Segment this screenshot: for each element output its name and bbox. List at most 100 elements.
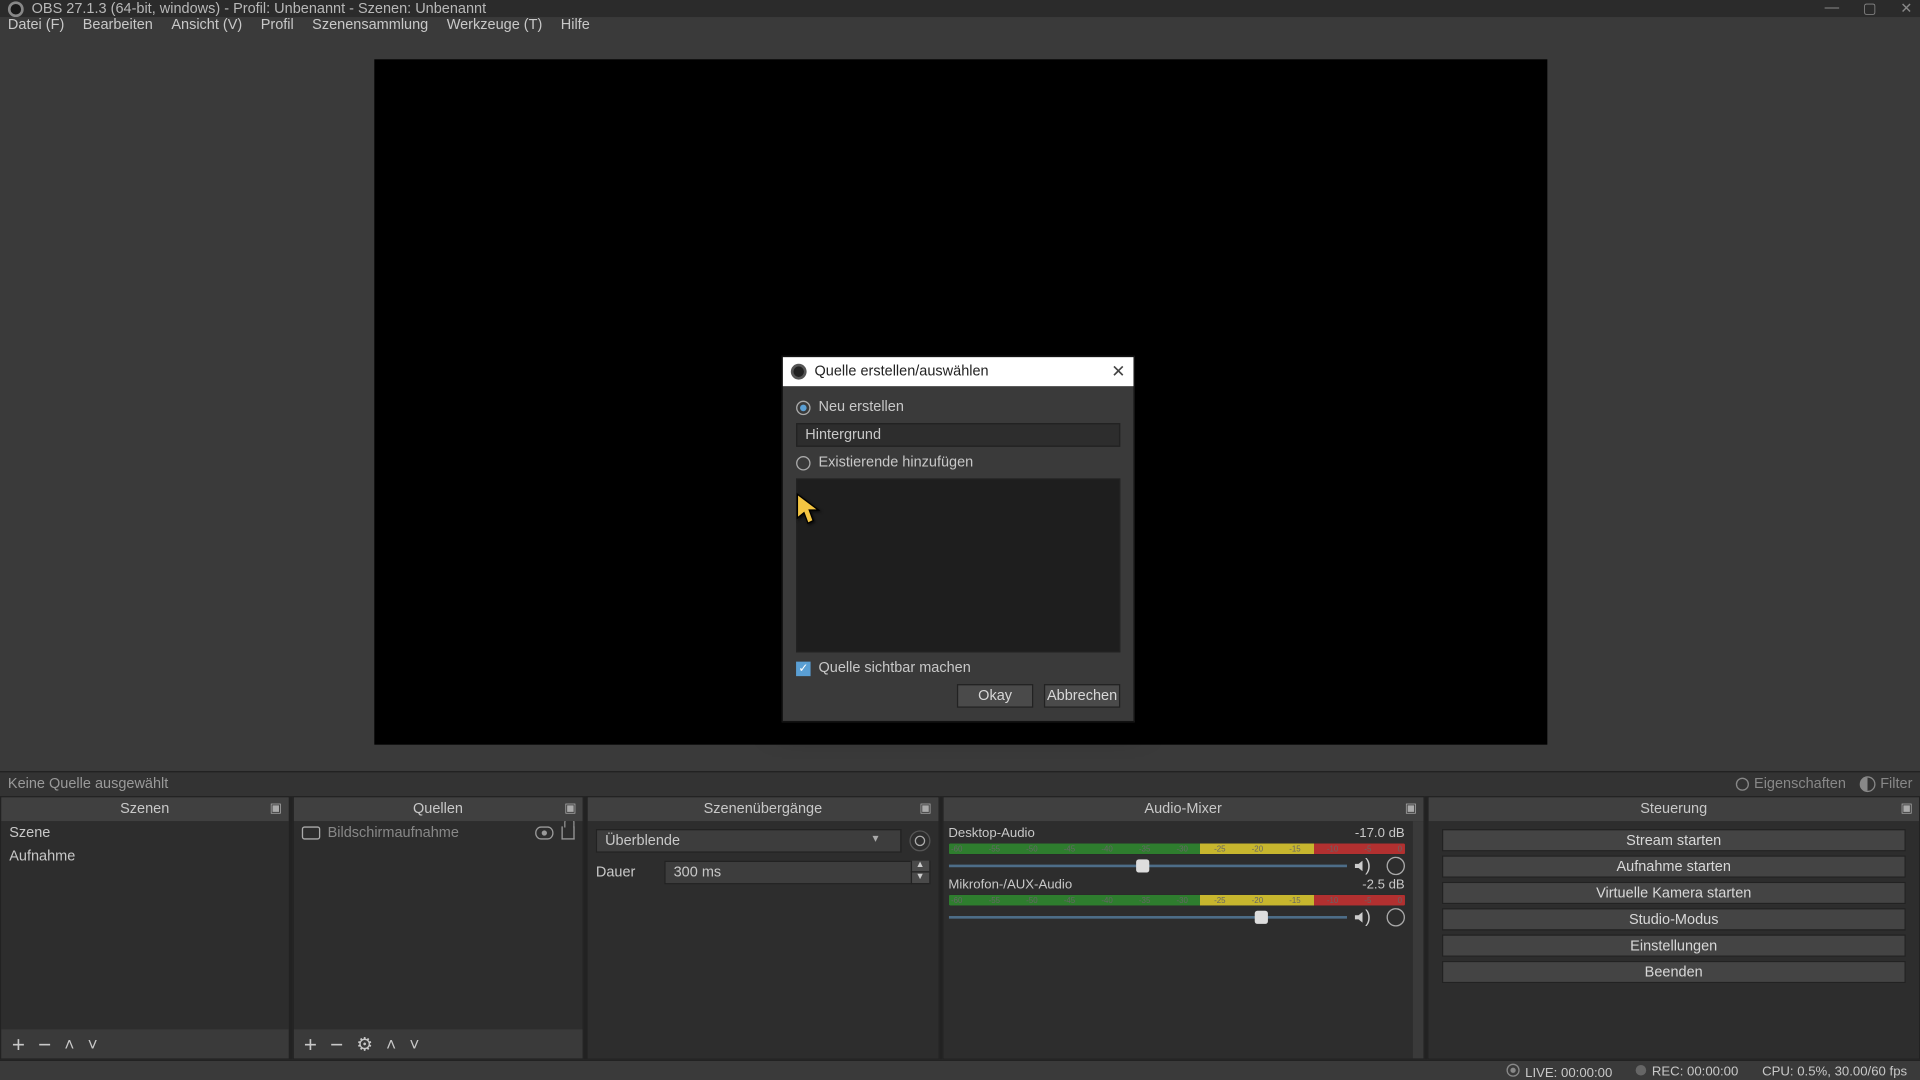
track-db: -2.5 dB: [1362, 878, 1405, 892]
studio-mode-button[interactable]: Studio-Modus: [1442, 908, 1906, 930]
start-stream-button[interactable]: Stream starten: [1442, 829, 1906, 851]
transition-select[interactable]: Überblende: [596, 829, 901, 853]
track-settings-button[interactable]: [1386, 908, 1404, 926]
source-toolbar: Keine Quelle ausgewählt Eigenschaften Fi…: [0, 771, 1920, 796]
selection-status: Keine Quelle ausgewählt: [8, 776, 168, 792]
menu-help[interactable]: Hilfe: [561, 17, 590, 33]
popout-icon[interactable]: ▣: [564, 801, 577, 814]
menu-edit[interactable]: Bearbeiten: [83, 17, 153, 33]
track-name: Desktop-Audio: [948, 826, 1034, 840]
title-bar: OBS 27.1.3 (64-bit, windows) - Profil: U…: [0, 0, 1920, 17]
radio-icon: [796, 455, 810, 469]
display-capture-icon: [301, 826, 319, 839]
menu-view[interactable]: Ansicht (V): [171, 17, 242, 33]
spin-up-icon[interactable]: ▲: [910, 861, 928, 873]
visibility-toggle[interactable]: [535, 826, 553, 839]
track-db: -17.0 dB: [1355, 826, 1405, 840]
menu-tools[interactable]: Werkzeuge (T): [447, 17, 543, 33]
audio-mixer-dock: Audio-Mixer ▣ Desktop-Audio -17.0 dB -60…: [942, 796, 1425, 1060]
lock-toggle[interactable]: [562, 826, 575, 839]
source-item[interactable]: Bildschirmaufnahme: [293, 821, 582, 845]
dialog-titlebar[interactable]: Quelle erstellen/auswählen ✕: [783, 357, 1134, 386]
menu-file[interactable]: Datei (F): [8, 17, 64, 33]
mixer-header[interactable]: Audio-Mixer ▣: [943, 797, 1423, 821]
start-recording-button[interactable]: Aufnahme starten: [1442, 855, 1906, 877]
transitions-header[interactable]: Szenenübergänge ▣: [588, 797, 938, 821]
move-source-down-button[interactable]: ˅: [409, 1035, 419, 1052]
cancel-button[interactable]: Abbrechen: [1044, 684, 1120, 708]
move-source-up-button[interactable]: ˄: [386, 1035, 396, 1052]
popout-icon[interactable]: ▣: [1405, 801, 1418, 814]
duration-label: Dauer: [596, 865, 657, 881]
make-visible-checkbox[interactable]: ✓ Quelle sichtbar machen: [796, 660, 1120, 676]
volume-meter: -60-55-50-45-40-35-30-25-20-15-10-50: [948, 844, 1404, 855]
move-scene-up-button[interactable]: ˄: [64, 1035, 74, 1052]
radio-icon: [796, 400, 810, 414]
move-scene-down-button[interactable]: ˅: [88, 1035, 98, 1052]
close-window-button[interactable]: ✕: [1900, 0, 1912, 17]
mute-button[interactable]: [1355, 908, 1379, 926]
remove-source-button[interactable]: −: [330, 1033, 343, 1055]
scenes-list[interactable]: Szene Aufnahme: [1, 821, 288, 1029]
menu-bar: Datei (F) Bearbeiten Ansicht (V) Profil …: [0, 17, 1920, 33]
dialog-close-button[interactable]: ✕: [1111, 361, 1125, 382]
add-source-button[interactable]: +: [304, 1033, 317, 1055]
source-name-input[interactable]: [796, 423, 1120, 447]
controls-dock: Steuerung ▣ Stream starten Aufnahme start…: [1427, 796, 1920, 1060]
audio-track: Mikrofon-/AUX-Audio -2.5 dB -60-55-50-45…: [948, 878, 1404, 927]
maximize-button[interactable]: ▢: [1863, 0, 1877, 17]
rec-indicator-icon: [1636, 1065, 1647, 1076]
existing-sources-list[interactable]: [796, 478, 1120, 652]
popout-icon[interactable]: ▣: [270, 801, 283, 814]
volume-slider[interactable]: [948, 859, 1346, 872]
obs-logo-icon: [8, 1, 24, 17]
settings-button[interactable]: Einstellungen: [1442, 934, 1906, 956]
scene-item[interactable]: Szene: [1, 821, 288, 845]
create-source-dialog: Quelle erstellen/auswählen ✕ Neu erstell…: [782, 356, 1135, 722]
scenes-header[interactable]: Szenen ▣: [1, 797, 288, 821]
start-virtual-cam-button[interactable]: Virtuelle Kamera starten: [1442, 882, 1906, 904]
dialog-title: Quelle erstellen/auswählen: [815, 364, 989, 380]
sources-dock: Quellen ▣ Bildschirmaufnahme +: [292, 796, 584, 1060]
track-settings-button[interactable]: [1386, 857, 1404, 875]
menu-profile[interactable]: Profil: [261, 17, 294, 33]
scenes-dock: Szenen ▣ Szene Aufnahme + − ˄ ˅: [0, 796, 289, 1060]
checkbox-icon: ✓: [796, 661, 810, 675]
exit-button[interactable]: Beenden: [1442, 961, 1906, 983]
spin-down-icon[interactable]: ▼: [910, 873, 928, 885]
sources-header[interactable]: Quellen ▣: [293, 797, 582, 821]
remove-scene-button[interactable]: −: [38, 1033, 51, 1055]
add-scene-button[interactable]: +: [12, 1033, 25, 1055]
window-title: OBS 27.1.3 (64-bit, windows) - Profil: U…: [32, 1, 487, 17]
volume-meter: -60-55-50-45-40-35-30-25-20-15-10-50: [948, 895, 1404, 906]
filter-button[interactable]: Filter: [1859, 776, 1912, 792]
gear-icon: [1736, 778, 1749, 791]
popout-icon[interactable]: ▣: [1901, 801, 1914, 814]
menu-scene-collection[interactable]: Szenensammlung: [312, 17, 428, 33]
transitions-dock: Szenenübergänge ▣ Überblende Dauer 300 m…: [587, 796, 940, 1060]
duration-input[interactable]: 300 ms ▲▼: [664, 861, 930, 885]
ok-button[interactable]: Okay: [957, 684, 1033, 708]
app-window: OBS 27.1.3 (64-bit, windows) - Profil: U…: [0, 0, 1920, 1079]
obs-logo-icon: [791, 364, 807, 380]
controls-header[interactable]: Steuerung ▣: [1428, 797, 1919, 821]
live-indicator-icon: [1507, 1064, 1520, 1077]
radio-create-new[interactable]: Neu erstellen: [796, 399, 1120, 415]
transition-properties-button[interactable]: [909, 830, 930, 851]
radio-add-existing[interactable]: Existierende hinzufügen: [796, 455, 1120, 471]
sources-list[interactable]: Bildschirmaufnahme: [293, 821, 582, 1029]
mute-button[interactable]: [1355, 857, 1379, 875]
popout-icon[interactable]: ▣: [919, 801, 932, 814]
minimize-button[interactable]: —: [1825, 0, 1839, 17]
rec-status: REC: 00:00:00: [1636, 1065, 1738, 1079]
cpu-status: CPU: 0.5%, 30.00/60 fps: [1762, 1065, 1907, 1079]
track-name: Mikrofon-/AUX-Audio: [948, 878, 1072, 892]
audio-track: Desktop-Audio -17.0 dB -60-55-50-45-40-3…: [948, 826, 1404, 875]
properties-button[interactable]: Eigenschaften: [1736, 776, 1846, 792]
scene-item[interactable]: Aufnahme: [1, 845, 288, 869]
source-properties-button[interactable]: ⚙: [356, 1035, 373, 1053]
volume-slider[interactable]: [948, 911, 1346, 924]
live-status: LIVE: 00:00:00: [1507, 1064, 1613, 1080]
filter-icon: [1859, 776, 1875, 792]
status-bar: LIVE: 00:00:00 REC: 00:00:00 CPU: 0.5%, …: [0, 1060, 1920, 1080]
